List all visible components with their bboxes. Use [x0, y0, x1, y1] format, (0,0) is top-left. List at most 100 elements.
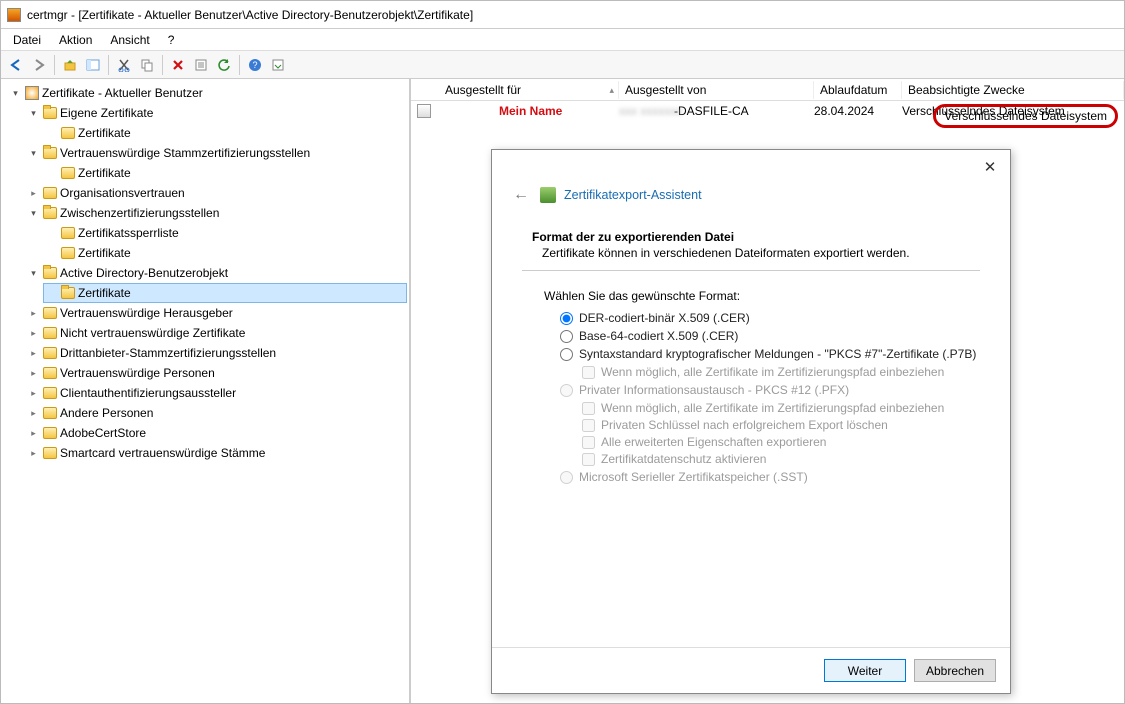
folder-icon: [43, 367, 57, 379]
window-title: certmgr - [Zertifikate - Aktueller Benut…: [27, 8, 473, 22]
folder-icon: [43, 107, 57, 119]
check-pfx-ext: [582, 436, 595, 449]
option-pfx: Privater Informationsaustausch - PKCS #1…: [560, 383, 980, 397]
menu-help[interactable]: ?: [160, 31, 183, 49]
folder-icon: [43, 447, 57, 459]
tree-trusted-publishers[interactable]: Vertrauenswürdige Herausgeber: [25, 303, 407, 323]
radio-sst: [560, 471, 573, 484]
folder-icon: [43, 347, 57, 359]
row-issued-by: xxx xxxxxxx-DASFILE-CA: [619, 104, 814, 118]
tree-client-auth[interactable]: Clientauthentifizierungsaussteller: [25, 383, 407, 403]
folder-icon: [43, 207, 57, 219]
option-der[interactable]: DER-codiert-binär X.509 (.CER): [560, 311, 980, 325]
cut-button[interactable]: [113, 54, 135, 76]
certificate-store-icon: [25, 86, 39, 100]
svg-text:?: ?: [252, 60, 257, 70]
show-hide-tree-button[interactable]: [82, 54, 104, 76]
tree-trusted-people[interactable]: Vertrauenswürdige Personen: [25, 363, 407, 383]
tree-intermediate-certs[interactable]: Zertifikate: [43, 243, 407, 263]
tree-ad-certs[interactable]: Zertifikate: [43, 283, 407, 303]
tree-trusted-root-sub[interactable]: Zertifikate: [43, 163, 407, 183]
tree-other-people[interactable]: Andere Personen: [25, 403, 407, 423]
export-list-button[interactable]: [267, 54, 289, 76]
tree-smartcard-trusted[interactable]: Smartcard vertrauenswürdige Stämme: [25, 443, 407, 463]
col-issued-to[interactable]: Ausgestellt für: [439, 81, 619, 99]
check-p7b-chain: [582, 366, 595, 379]
app-icon: [7, 8, 21, 22]
option-p7b[interactable]: Syntaxstandard kryptografischer Meldunge…: [560, 347, 980, 361]
folder-icon: [43, 147, 57, 159]
format-prompt: Wählen Sie das gewünschte Format:: [544, 289, 980, 303]
wizard-back-button[interactable]: ←: [510, 184, 532, 206]
radio-der[interactable]: [560, 312, 573, 325]
folder-icon: [43, 387, 57, 399]
section-heading: Format der zu exportierenden Datei: [532, 230, 980, 244]
tree-root[interactable]: Zertifikate - Aktueller Benutzer: [7, 83, 407, 103]
properties-button[interactable]: [190, 54, 212, 76]
check-pfx-privacy: [582, 453, 595, 466]
folder-icon: [43, 407, 57, 419]
wizard-title: Zertifikatexport-Assistent: [564, 188, 702, 202]
folder-icon: [61, 287, 75, 299]
sub-pfx-ext: Alle erweiterten Eigenschaften exportier…: [582, 435, 980, 449]
col-purpose[interactable]: Beabsichtigte Zwecke: [902, 81, 1124, 99]
dialog-close-button[interactable]: ✕: [978, 155, 1002, 179]
check-pfx-chain: [582, 402, 595, 415]
tree-org-trust[interactable]: Organisationsvertrauen: [25, 183, 407, 203]
menu-action[interactable]: Aktion: [51, 31, 100, 49]
toolbar: ?: [1, 51, 1124, 79]
tree-adobe-certstore[interactable]: AdobeCertStore: [25, 423, 407, 443]
tree-own-certs-sub[interactable]: Zertifikate: [43, 123, 407, 143]
list-pane: Ausgestellt für Ausgestellt von Ablaufda…: [411, 79, 1124, 703]
radio-base64[interactable]: [560, 330, 573, 343]
tree-intermediate[interactable]: Zwischenzertifizierungsstellen: [25, 203, 407, 223]
menu-file[interactable]: Datei: [5, 31, 49, 49]
sub-pfx-delkey: Privaten Schlüssel nach erfolgreichem Ex…: [582, 418, 980, 432]
tree-pane[interactable]: Zertifikate - Aktueller Benutzer Eigene …: [1, 79, 411, 703]
forward-button[interactable]: [28, 54, 50, 76]
menu-view[interactable]: Ansicht: [102, 31, 157, 49]
export-wizard-dialog: ✕ ← Zertifikatexport-Assistent Format de…: [491, 149, 1011, 694]
wizard-icon: [540, 187, 556, 203]
col-issued-by[interactable]: Ausgestellt von: [619, 81, 814, 99]
help-button[interactable]: ?: [244, 54, 266, 76]
folder-icon: [43, 187, 57, 199]
radio-pfx: [560, 384, 573, 397]
check-pfx-delkey: [582, 419, 595, 432]
radio-p7b[interactable]: [560, 348, 573, 361]
window-titlebar: certmgr - [Zertifikate - Aktueller Benut…: [1, 1, 1124, 29]
sub-pfx-privacy: Zertifikatdatenschutz aktivieren: [582, 452, 980, 466]
tree-third-party-root[interactable]: Drittanbieter-Stammzertifizierungsstelle…: [25, 343, 407, 363]
next-button[interactable]: Weiter: [824, 659, 906, 682]
up-button[interactable]: [59, 54, 81, 76]
folder-icon: [43, 307, 57, 319]
menu-bar: Datei Aktion Ansicht ?: [1, 29, 1124, 51]
tree-untrusted[interactable]: Nicht vertrauenswürdige Zertifikate: [25, 323, 407, 343]
tree-own-certs[interactable]: Eigene Zertifikate: [25, 103, 407, 123]
folder-icon: [43, 327, 57, 339]
folder-icon: [61, 227, 75, 239]
sub-p7b-includechain: Wenn möglich, alle Zertifikate im Zertif…: [582, 365, 980, 379]
highlight-annotation: Verschlüsselndes Dateisystem: [933, 104, 1118, 128]
certificate-icon: [417, 104, 431, 118]
option-sst: Microsoft Serieller Zertifikatspeicher (…: [560, 470, 980, 484]
back-button[interactable]: [5, 54, 27, 76]
tree-intermediate-crl[interactable]: Zertifikatssperrliste: [43, 223, 407, 243]
folder-icon: [61, 127, 75, 139]
row-expiry: 28.04.2024: [814, 104, 902, 118]
refresh-button[interactable]: [213, 54, 235, 76]
copy-button[interactable]: [136, 54, 158, 76]
col-expiry[interactable]: Ablaufdatum: [814, 81, 902, 99]
option-base64[interactable]: Base-64-codiert X.509 (.CER): [560, 329, 980, 343]
folder-icon: [61, 247, 75, 259]
tree-trusted-root[interactable]: Vertrauenswürdige Stammzertifizierungsst…: [25, 143, 407, 163]
delete-button[interactable]: [167, 54, 189, 76]
cancel-button[interactable]: Abbrechen: [914, 659, 996, 682]
tree-ad-userobject[interactable]: Active Directory-Benutzerobjekt: [25, 263, 407, 283]
folder-icon: [43, 267, 57, 279]
section-subtext: Zertifikate können in verschiedenen Date…: [522, 244, 980, 271]
folder-icon: [61, 167, 75, 179]
folder-icon: [43, 427, 57, 439]
list-header[interactable]: Ausgestellt für Ausgestellt von Ablaufda…: [411, 79, 1124, 101]
sub-pfx-chain: Wenn möglich, alle Zertifikate im Zertif…: [582, 401, 980, 415]
